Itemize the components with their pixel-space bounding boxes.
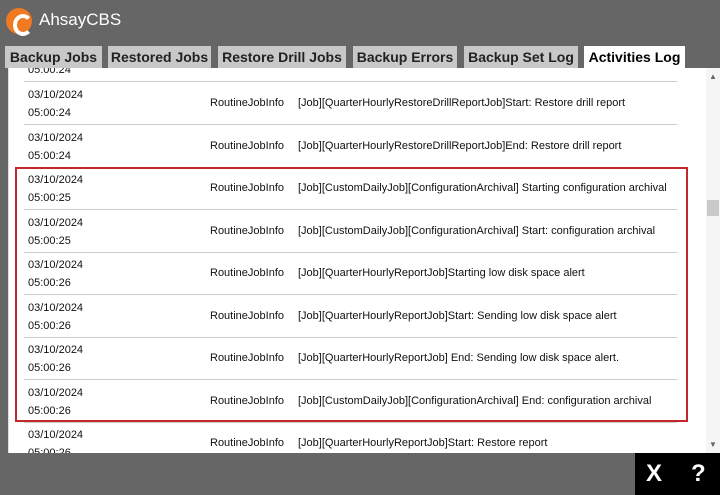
scrollbar-thumb[interactable] — [707, 200, 719, 216]
log-message: [Job][CustomDailyJob][ConfigurationArchi… — [298, 394, 652, 407]
log-row-partial: 05:00:24 — [24, 68, 677, 82]
log-time: 05:00:24 — [28, 68, 71, 76]
bottom-bar — [0, 453, 720, 495]
tab-bar: Backup Jobs Restored Jobs Restore Drill … — [0, 46, 720, 70]
log-row[interactable]: 03/10/2024 05:00:26 RoutineJobInfo [Job]… — [24, 337, 677, 380]
log-time: 05:00:26 — [28, 362, 71, 374]
log-type: RoutineJobInfo — [210, 224, 284, 237]
tab-activities-log[interactable]: Activities Log — [584, 46, 685, 70]
log-date: 03/10/2024 — [28, 259, 84, 271]
log-date: 03/10/2024 — [28, 216, 84, 229]
log-date: 03/10/2024 — [28, 131, 84, 144]
log-type: RoutineJobInfo — [210, 97, 284, 109]
log-time: 05:00:24 — [28, 107, 71, 119]
log-type: RoutineJobInfo — [210, 267, 284, 279]
log-type: RoutineJobInfo — [210, 352, 284, 364]
log-type: RoutineJobInfo — [210, 182, 284, 194]
log-type: RoutineJobInfo — [210, 139, 284, 152]
tab-backup-set-log[interactable]: Backup Set Log — [464, 46, 578, 68]
log-type: RoutineJobInfo — [210, 437, 284, 449]
log-row[interactable]: 03/10/2024 05:00:24 RoutineJobInfo [Job]… — [24, 125, 677, 168]
log-date: 03/10/2024 — [28, 301, 84, 314]
log-message: [Job][CustomDailyJob][ConfigurationArchi… — [298, 182, 667, 194]
log-message: [Job][QuarterHourlyReportJob]Start: Send… — [298, 309, 617, 322]
tab-backup-errors[interactable]: Backup Errors — [353, 46, 457, 68]
scroll-down-arrow-icon[interactable]: ▼ — [709, 440, 717, 449]
log-message: [Job][QuarterHourlyReportJob] End: Sendi… — [298, 352, 619, 364]
tab-restore-drill-jobs[interactable]: Restore Drill Jobs — [218, 46, 346, 68]
log-row[interactable]: 03/10/2024 05:00:24 RoutineJobInfo [Job]… — [24, 82, 677, 125]
help-button[interactable]: ? — [691, 460, 706, 488]
tab-backup-jobs[interactable]: Backup Jobs — [5, 46, 102, 68]
log-row[interactable]: 03/10/2024 05:00:26 RoutineJobInfo [Job]… — [24, 295, 677, 338]
log-date: 03/10/2024 — [28, 429, 84, 441]
app-title: AhsayCBS — [39, 10, 122, 29]
log-time: 05:00:26 — [28, 319, 71, 332]
close-button[interactable]: X — [646, 460, 662, 488]
title-bar: AhsayCBS — [0, 0, 720, 45]
log-time: 05:00:26 — [28, 277, 71, 289]
log-time: 05:00:25 — [28, 234, 71, 247]
log-date: 03/10/2024 — [28, 89, 84, 101]
log-message: [Job][QuarterHourlyRestoreDrillReportJob… — [298, 97, 626, 109]
log-time: 05:00:26 — [28, 404, 71, 417]
ahsay-logo-icon — [6, 8, 33, 36]
scroll-up-arrow-icon[interactable]: ▲ — [709, 72, 717, 81]
vertical-scrollbar[interactable]: ▲ ▼ — [706, 68, 720, 453]
log-date: 03/10/2024 — [28, 174, 84, 186]
log-row[interactable]: 03/10/2024 05:00:25 RoutineJobInfo [Job]… — [24, 210, 677, 253]
log-time: 05:00:24 — [28, 149, 71, 162]
log-date: 03/10/2024 — [28, 344, 84, 356]
log-message: [Job][QuarterHourlyReportJob]Starting lo… — [298, 267, 585, 279]
log-time: 05:00:25 — [28, 192, 71, 204]
footer-buttons: X ? — [635, 453, 720, 495]
log-type: RoutineJobInfo — [210, 309, 284, 322]
log-date: 03/10/2024 — [28, 386, 84, 399]
log-message: [Job][CustomDailyJob][ConfigurationArchi… — [298, 224, 656, 237]
log-row[interactable]: 03/10/2024 05:00:26 RoutineJobInfo [Job]… — [24, 380, 677, 423]
log-type: RoutineJobInfo — [210, 394, 284, 407]
log-row[interactable]: 03/10/2024 05:00:25 RoutineJobInfo [Job]… — [24, 167, 677, 210]
activities-log-list: 05:00:24 03/10/2024 05:00:24 RoutineJobI… — [8, 68, 720, 453]
tab-restored-jobs[interactable]: Restored Jobs — [108, 46, 211, 68]
log-message: [Job][QuarterHourlyRestoreDrillReportJob… — [298, 139, 622, 152]
log-row[interactable]: 03/10/2024 05:00:26 RoutineJobInfo [Job]… — [24, 252, 677, 295]
log-row[interactable]: 03/10/2024 05:00:26 RoutineJobInfo [Job]… — [24, 422, 677, 453]
log-message: [Job][QuarterHourlyReportJob]Start: Rest… — [298, 437, 548, 449]
